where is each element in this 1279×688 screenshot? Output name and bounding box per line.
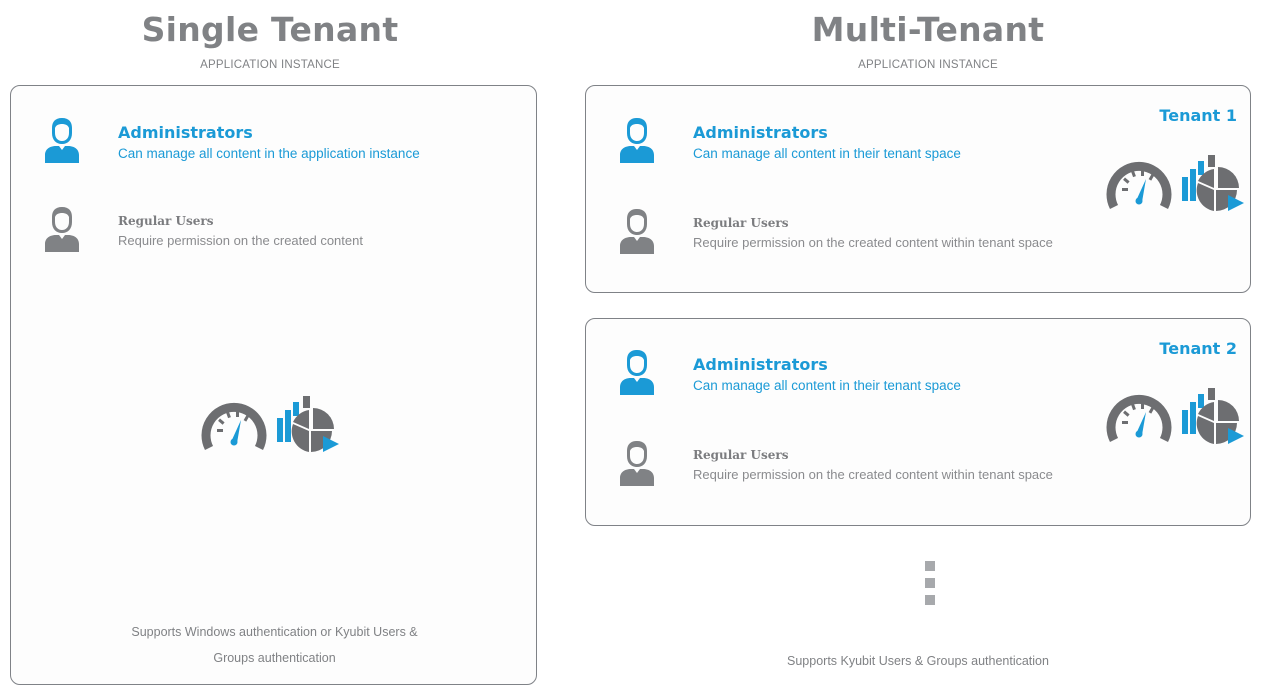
regular-users-description: Require permission on the created conten… [693, 235, 1053, 250]
ellipsis-dot [925, 578, 935, 588]
single-tenant-title: Single Tenant [141, 10, 399, 49]
regular-users-description: Require permission on the created conten… [693, 467, 1053, 482]
analytics-icons [1106, 388, 1244, 444]
regular-user-icon [619, 206, 655, 254]
single-tenant-footnote: Supports Windows authentication or Kyubi… [11, 619, 538, 671]
tenant-2-administrators-role: Administrators Can manage all content in… [619, 347, 1089, 397]
analysis-chart-icon [1182, 155, 1244, 211]
footnote-line-2: Groups authentication [213, 651, 336, 665]
tenant-2-label: Tenant 2 [1159, 339, 1237, 358]
ellipsis-dot [925, 561, 935, 571]
administrators-role: Administrators Can manage all content in… [44, 115, 524, 165]
ellipsis-dot [925, 595, 935, 605]
analysis-chart-icon [277, 396, 339, 452]
tenant-1-regular-users-role: Regular Users Require permission on the … [619, 206, 1089, 256]
admin-user-icon [619, 347, 655, 395]
single-tenant-subtitle: APPLICATION INSTANCE [200, 59, 340, 71]
regular-users-heading: Regular Users [118, 214, 214, 228]
administrators-heading: Administrators [118, 123, 253, 142]
admin-user-icon [619, 115, 655, 163]
multi-tenant-subtitle: APPLICATION INSTANCE [858, 59, 998, 71]
tenant-1-panel: Tenant 1 Administrators Can manage all c… [585, 85, 1251, 293]
tenant-1-label: Tenant 1 [1159, 106, 1237, 125]
regular-users-heading: Regular Users [693, 216, 789, 230]
single-tenant-panel: Administrators Can manage all content in… [10, 85, 537, 685]
tenant-1-administrators-role: Administrators Can manage all content in… [619, 115, 1089, 165]
dashboard-gauge-icon [1111, 399, 1167, 440]
regular-users-role: Regular Users Require permission on the … [44, 204, 524, 254]
multi-tenant-title: Multi-Tenant [811, 10, 1045, 49]
analytics-icons [1106, 155, 1244, 211]
regular-user-icon [44, 204, 80, 252]
tenant-2-panel: Tenant 2 Administrators Can manage all c… [585, 318, 1251, 526]
analysis-chart-icon [1182, 388, 1244, 444]
footnote-line-1: Supports Windows authentication or Kyubi… [131, 625, 418, 639]
administrators-description: Can manage all content in their tenant s… [693, 378, 961, 393]
regular-users-description: Require permission on the created conten… [118, 233, 363, 248]
administrators-description: Can manage all content in their tenant s… [693, 146, 961, 161]
tenant-2-regular-users-role: Regular Users Require permission on the … [619, 438, 1089, 488]
regular-users-heading: Regular Users [693, 448, 789, 462]
dashboard-gauge-icon [206, 407, 262, 448]
regular-user-icon [619, 438, 655, 486]
administrators-heading: Administrators [693, 355, 828, 374]
admin-user-icon [44, 115, 80, 163]
administrators-description: Can manage all content in the applicatio… [118, 146, 420, 161]
dashboard-gauge-icon [1111, 166, 1167, 207]
multi-tenant-footnote: Supports Kyubit Users & Groups authentic… [787, 654, 1049, 668]
more-tenants-ellipsis [925, 561, 937, 612]
administrators-heading: Administrators [693, 123, 828, 142]
analytics-icons [201, 396, 339, 452]
